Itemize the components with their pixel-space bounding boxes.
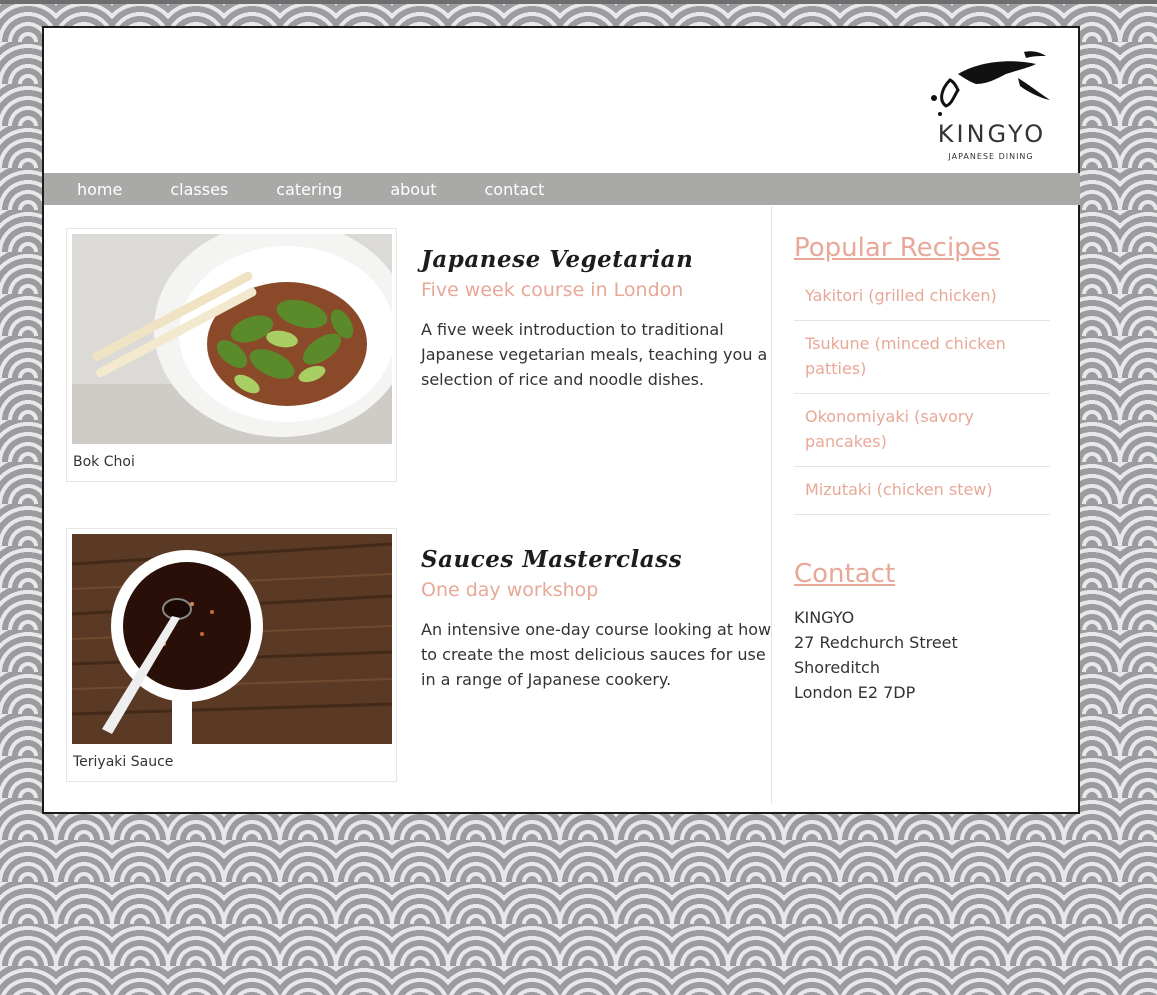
course-card: Teriyaki Sauce Sauces Masterclass One da…	[66, 528, 771, 784]
brushstroke-fish-icon	[931, 51, 1050, 116]
nav-about[interactable]: about	[390, 180, 436, 199]
logo-wordmark: KINGYO	[937, 120, 1047, 148]
recipe-list: Yakitori (grilled chicken) Tsukune (minc…	[794, 273, 1050, 515]
course-title: Japanese Vegetarian	[421, 246, 694, 273]
address-line: Shoreditch	[794, 658, 880, 677]
page-container: KINGYO JAPANESE DINING home classes cate…	[42, 26, 1080, 814]
course-figure: Bok Choi	[66, 228, 397, 482]
column-divider	[771, 206, 772, 804]
bok-choi-photo	[72, 234, 392, 444]
course-card: Bok Choi Japanese Vegetarian Five week c…	[66, 228, 767, 484]
address-block: KINGYO 27 Redchurch Street Shoreditch Lo…	[794, 605, 1050, 705]
kingyo-logo[interactable]: KINGYO JAPANESE DINING	[928, 44, 1054, 166]
recipe-link-okonomiyaki[interactable]: Okonomiyaki (savory pancakes)	[794, 394, 1050, 467]
sidebar: Popular Recipes Yakitori (grilled chicke…	[794, 233, 1050, 705]
main-nav: home classes catering about contact	[44, 173, 1080, 205]
top-edge	[0, 0, 1157, 4]
course-description: A five week introduction to traditional …	[421, 320, 768, 389]
nav-contact[interactable]: contact	[484, 180, 544, 199]
address-line: 27 Redchurch Street	[794, 633, 958, 652]
course-text: Sauces Masterclass One day workshop An i…	[421, 546, 776, 692]
address-line: London E2 7DP	[794, 683, 916, 702]
figure-caption: Bok Choi	[73, 454, 135, 470]
contact-heading[interactable]: Contact	[794, 559, 1050, 589]
course-subtitle: Five week course in London	[421, 279, 684, 301]
nav-classes[interactable]: classes	[170, 180, 228, 199]
course-title: Sauces Masterclass	[421, 546, 683, 573]
recipe-link-yakitori[interactable]: Yakitori (grilled chicken)	[794, 273, 1050, 321]
popular-recipes-heading[interactable]: Popular Recipes	[794, 233, 1050, 263]
nav-home[interactable]: home	[77, 180, 122, 199]
course-description: An intensive one-day course looking at h…	[421, 620, 772, 689]
address-line: KINGYO	[794, 608, 855, 627]
logo-tagline: JAPANESE DINING	[948, 152, 1034, 161]
course-subtitle: One day workshop	[421, 579, 599, 601]
figure-caption: Teriyaki Sauce	[73, 754, 174, 770]
course-text: Japanese Vegetarian Five week course in …	[421, 246, 776, 392]
site-header: KINGYO JAPANESE DINING	[44, 28, 1080, 173]
recipe-link-mizutaki[interactable]: Mizutaki (chicken stew)	[794, 467, 1050, 515]
course-figure: Teriyaki Sauce	[66, 528, 397, 782]
teriyaki-sauce-photo	[72, 534, 392, 744]
main-content: Bok Choi Japanese Vegetarian Five week c…	[44, 205, 771, 805]
recipe-link-tsukune[interactable]: Tsukune (minced chicken patties)	[794, 321, 1050, 394]
nav-catering[interactable]: catering	[276, 180, 342, 199]
